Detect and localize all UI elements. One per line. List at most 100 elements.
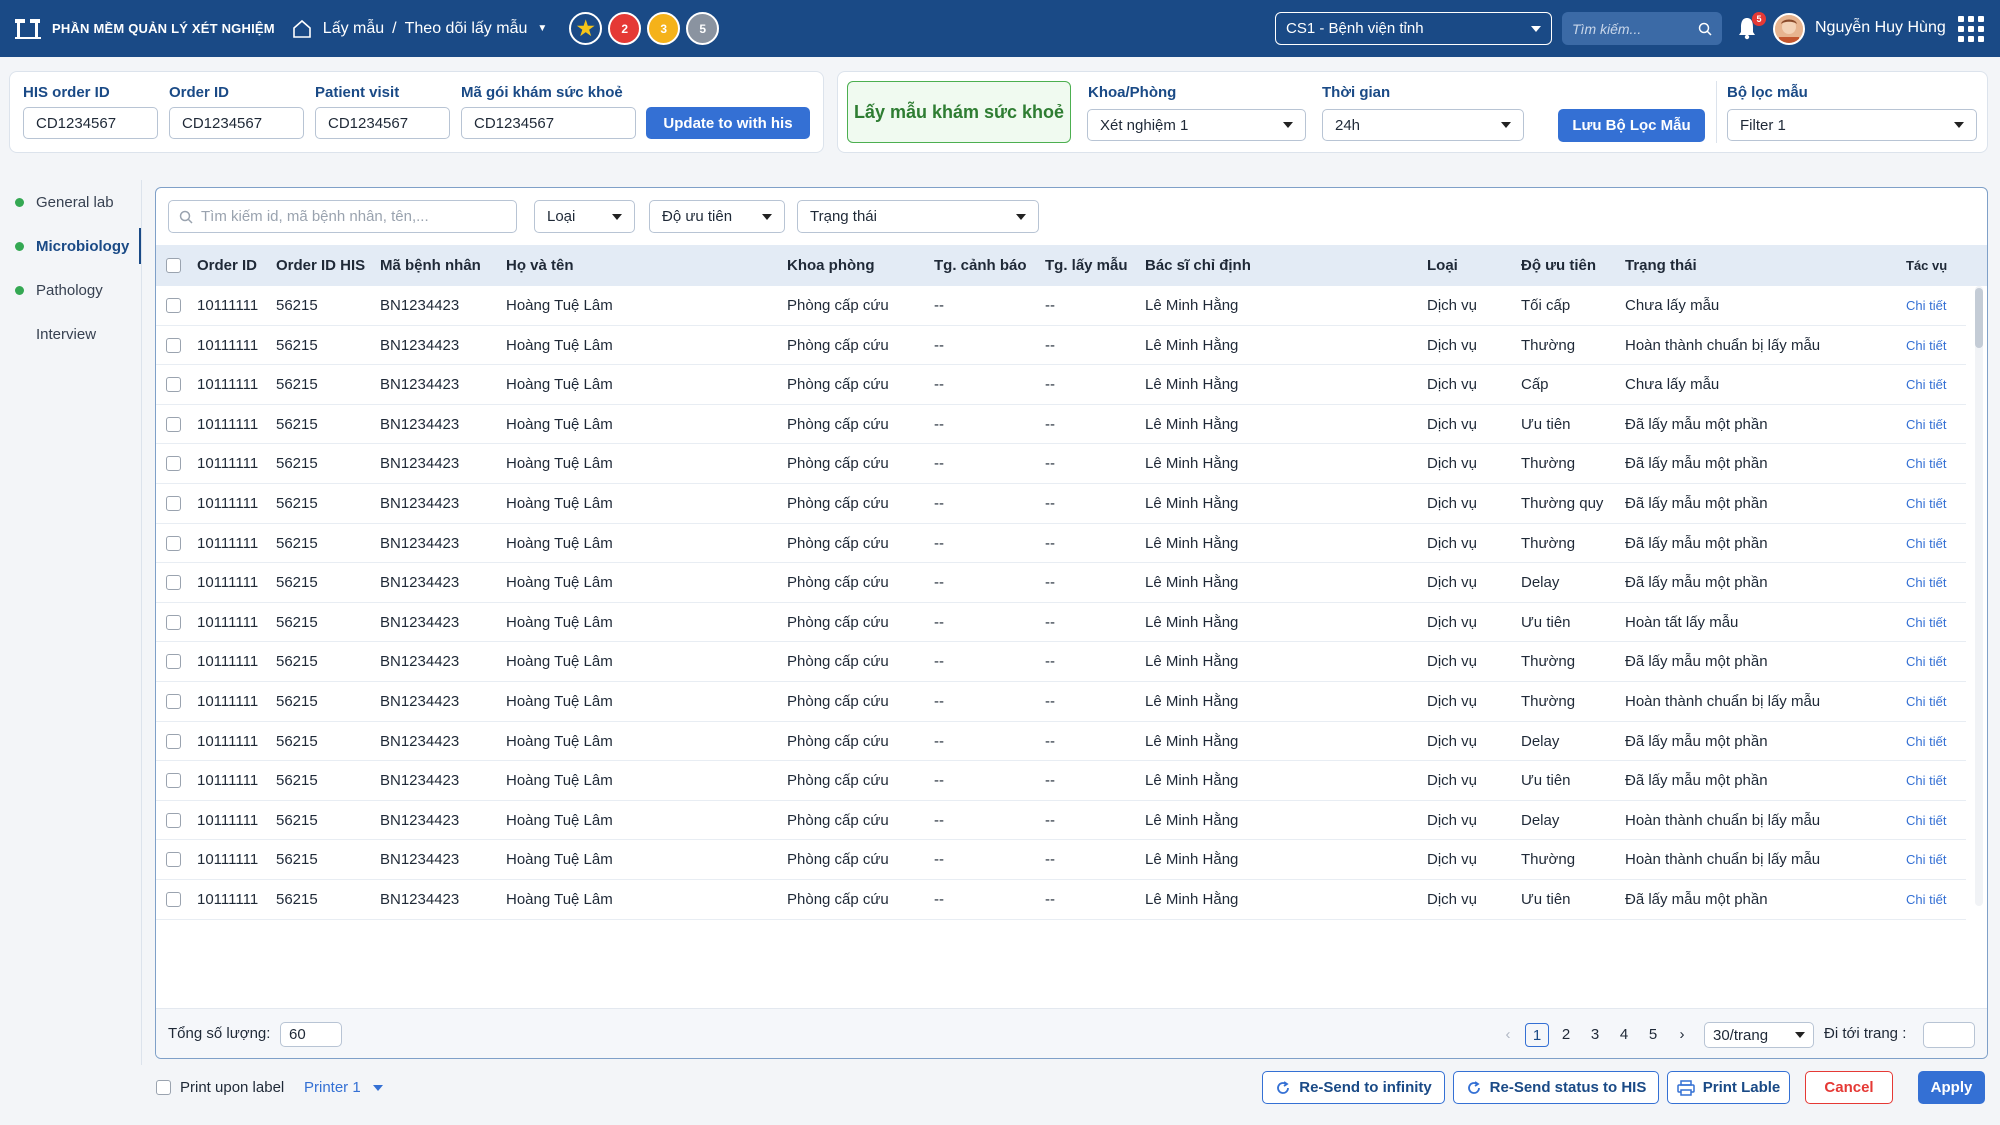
filter-set-select[interactable]: Filter 1 [1727,109,1977,141]
table-row[interactable]: 10111111 56215 BN1234423 Hoàng Tuệ Lâm Phòng… [156,484,1966,524]
breadcrumb-current[interactable]: Theo dõi lấy mẫu [405,20,528,38]
chevron-down-icon[interactable]: ▼ [537,23,547,34]
badge-yellow[interactable]: 3 [647,12,681,45]
status-filter-select[interactable]: Trạng thái [797,200,1039,233]
row-checkbox[interactable] [166,456,181,472]
row-detail-link[interactable]: Chi tiết [1906,654,1946,669]
sidebar-item-pathology[interactable]: Pathology [0,268,142,312]
department-select[interactable]: Xét nghiệm 1 [1087,109,1306,141]
row-detail-link[interactable]: Chi tiết [1906,813,1946,828]
sidebar-item-general-lab[interactable]: General lab [0,180,142,224]
table-row[interactable]: 10111111 56215 BN1234423 Hoàng Tuệ Lâm Phòng… [156,840,1966,880]
table-row[interactable]: 10111111 56215 BN1234423 Hoàng Tuệ Lâm Phòng… [156,801,1966,841]
table-row[interactable]: 10111111 56215 BN1234423 Hoàng Tuệ Lâm Phòng… [156,603,1966,643]
page-3[interactable]: 3 [1583,1023,1607,1047]
row-detail-link[interactable]: Chi tiết [1906,773,1946,788]
health-sampling-toggle[interactable]: Lấy mẫu khám sức khoẻ [847,81,1071,143]
user-name[interactable]: Nguyễn Huy Hùng [1815,19,1946,37]
row-detail-link[interactable]: Chi tiết [1906,892,1946,907]
row-detail-link[interactable]: Chi tiết [1906,456,1946,471]
row-checkbox[interactable] [166,654,181,670]
printer-select[interactable]: Printer 1 [304,1079,361,1096]
row-detail-link[interactable]: Chi tiết [1906,852,1946,867]
row-detail-link[interactable]: Chi tiết [1906,377,1946,392]
col-department[interactable]: Khoa phòng [787,257,874,274]
print-upon-label-checkbox[interactable] [156,1080,171,1095]
row-checkbox[interactable] [166,337,181,353]
table-row[interactable]: 10111111 56215 BN1234423 Hoàng Tuệ Lâm Phòng… [156,682,1966,722]
col-order-id-his[interactable]: Order ID HIS [276,257,365,274]
row-checkbox[interactable] [166,496,181,511]
row-checkbox[interactable] [166,377,181,393]
row-detail-link[interactable]: Chi tiết [1906,734,1946,749]
time-select[interactable]: 24h [1322,109,1524,141]
site-select[interactable]: CS1 - Bệnh viện tỉnh [1275,12,1552,45]
row-checkbox[interactable] [166,892,181,907]
row-checkbox[interactable] [166,298,181,313]
row-detail-link[interactable]: Chi tiết [1906,417,1946,432]
row-checkbox[interactable] [166,416,181,432]
page-5[interactable]: 5 [1641,1023,1665,1047]
page-1[interactable]: 1 [1525,1023,1549,1047]
col-order-id[interactable]: Order ID [197,257,257,274]
print-label-button[interactable]: Print Lable [1667,1071,1790,1104]
table-search-input[interactable]: Tìm kiếm id, mã bệnh nhân, tên,... [168,200,517,233]
col-doctor[interactable]: Bác sĩ chỉ định [1145,257,1251,274]
table-row[interactable]: 10111111 56215 BN1234423 Hoàng Tuệ Lâm Phòng… [156,880,1966,920]
row-checkbox[interactable] [166,852,181,868]
col-priority[interactable]: Độ ưu tiên [1521,257,1596,274]
row-detail-link[interactable]: Chi tiết [1906,536,1946,551]
type-filter-select[interactable]: Loại [534,200,635,233]
row-detail-link[interactable]: Chi tiết [1906,298,1946,313]
row-checkbox[interactable] [166,614,181,630]
table-row[interactable]: 10111111 56215 BN1234423 Hoàng Tuệ Lâm Phòng… [156,326,1966,366]
row-checkbox[interactable] [166,535,181,551]
patient-visit-input[interactable]: CD1234567 [315,107,450,139]
row-checkbox[interactable] [166,694,181,709]
breadcrumb-root[interactable]: Lấy mẫu [323,20,384,38]
row-detail-link[interactable]: Chi tiết [1906,496,1946,511]
his-order-id-input[interactable]: CD1234567 [23,107,158,139]
favorite-star-button[interactable]: ★ [569,12,603,45]
page-size-select[interactable]: 30/trang [1704,1022,1814,1048]
badge-red[interactable]: 2 [608,12,642,45]
chevron-down-icon[interactable] [373,1085,383,1091]
badge-gray[interactable]: 5 [686,12,720,45]
table-row[interactable]: 10111111 56215 BN1234423 Hoàng Tuệ Lâm Phòng… [156,405,1966,445]
table-row[interactable]: 10111111 56215 BN1234423 Hoàng Tuệ Lâm Phòng… [156,642,1966,682]
col-full-name[interactable]: Họ và tên [506,257,574,274]
save-filter-button[interactable]: Lưu Bộ Lọc Mẫu [1558,109,1705,142]
row-detail-link[interactable]: Chi tiết [1906,694,1946,709]
priority-filter-select[interactable]: Độ ưu tiên [649,200,785,233]
scrollbar-thumb[interactable] [1975,288,1983,348]
row-checkbox[interactable] [166,575,181,591]
top-search-input[interactable]: Tìm kiếm... [1562,12,1722,45]
resend-infinity-button[interactable]: Re-Send to infinity [1262,1071,1445,1104]
table-row[interactable]: 10111111 56215 BN1234423 Hoàng Tuệ Lâm Phòng… [156,286,1966,326]
table-row[interactable]: 10111111 56215 BN1234423 Hoàng Tuệ Lâm Phòng… [156,365,1966,405]
table-row[interactable]: 10111111 56215 BN1234423 Hoàng Tuệ Lâm Phòng… [156,563,1966,603]
scrollbar-track[interactable] [1975,286,1983,906]
package-code-input[interactable]: CD1234567 [461,107,636,139]
prev-page-icon[interactable]: ‹ [1496,1023,1520,1047]
col-status[interactable]: Trạng thái [1625,257,1697,274]
table-row[interactable]: 10111111 56215 BN1234423 Hoàng Tuệ Lâm Phòng… [156,761,1966,801]
select-all-checkbox[interactable] [166,258,181,273]
sidebar-item-interview[interactable]: Interview [0,312,142,356]
col-type[interactable]: Loại [1427,257,1458,274]
col-patient-code[interactable]: Mã bệnh nhân [380,257,481,274]
table-row[interactable]: 10111111 56215 BN1234423 Hoàng Tuệ Lâm Phòng… [156,722,1966,762]
cancel-button[interactable]: Cancel [1805,1071,1893,1104]
apps-grid-icon[interactable] [1958,16,1984,42]
avatar[interactable] [1773,13,1805,45]
row-checkbox[interactable] [166,773,181,789]
page-4[interactable]: 4 [1612,1023,1636,1047]
col-warning-time[interactable]: Tg. cảnh báo [934,257,1027,274]
order-id-input[interactable]: CD1234567 [169,107,304,139]
row-checkbox[interactable] [166,733,181,749]
row-checkbox[interactable] [166,812,181,828]
col-sampling-time[interactable]: Tg. lấy mẫu [1045,257,1128,274]
app-logo[interactable]: PHẦN MỀM QUẢN LÝ XÉT NGHIỆM [14,17,275,41]
resend-his-button[interactable]: Re-Send status to HIS [1453,1071,1659,1104]
table-row[interactable]: 10111111 56215 BN1234423 Hoàng Tuệ Lâm Phòng… [156,444,1966,484]
